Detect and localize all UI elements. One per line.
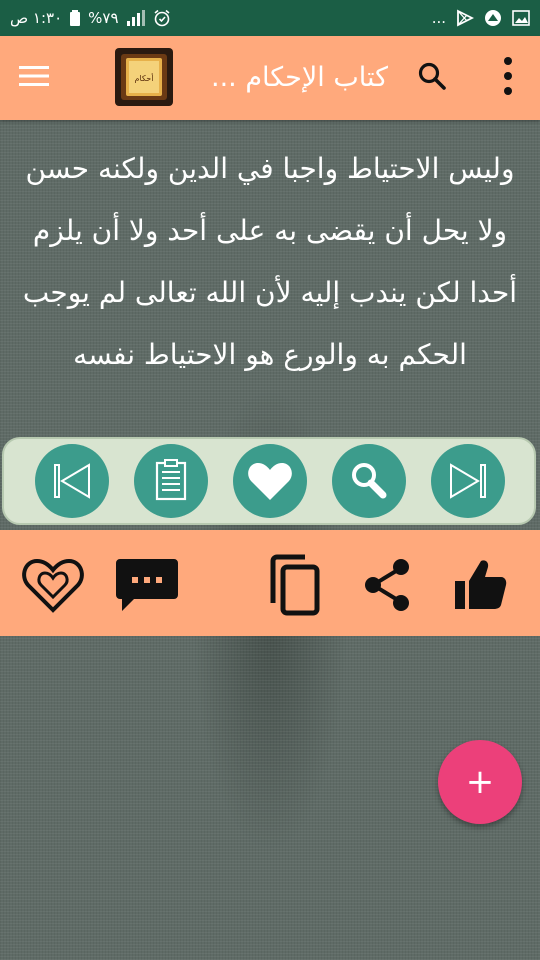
- app-title: كتاب الإحكام ...: [210, 62, 388, 93]
- app-logo: أحكام: [115, 48, 173, 106]
- hadith-text: وليس الاحتياط واجبا في الدين ولكنه حسن و…: [22, 152, 518, 371]
- last-page-icon: [450, 463, 486, 499]
- search-icon: [352, 463, 387, 499]
- thumb-up-icon: [455, 560, 507, 609]
- favorite-icon: [248, 463, 292, 500]
- more-notifications-indicator: ...: [431, 9, 446, 27]
- copy-icon: [270, 554, 320, 616]
- share-icon: [365, 559, 409, 611]
- signal-icon: [126, 10, 145, 26]
- app-bar: كتاب الإحكام ... أحكام: [0, 36, 540, 120]
- navigation-panel: [2, 437, 536, 525]
- favorite-button[interactable]: [233, 444, 307, 518]
- clock-text: ١:٣٠ ص: [10, 9, 63, 27]
- search-icon: [417, 61, 447, 95]
- search-button[interactable]: [406, 52, 458, 104]
- add-fab[interactable]: +: [438, 740, 522, 824]
- battery-percent: %٧٩: [88, 9, 119, 27]
- logo-text: أحكام: [135, 73, 154, 83]
- play-store-icon: [456, 9, 474, 27]
- copy-button[interactable]: [260, 552, 326, 618]
- comment-button[interactable]: [114, 552, 180, 618]
- alarm-icon: [153, 9, 171, 27]
- favorite-outline-icon: [22, 558, 84, 613]
- status-bar: ١:٣٠ ص %٧٩ ...: [0, 0, 540, 36]
- index-button[interactable]: [134, 444, 208, 518]
- menu-icon: [19, 64, 49, 92]
- plus-icon: +: [465, 762, 495, 802]
- status-right-group: ...: [432, 0, 530, 36]
- last-page-button[interactable]: [431, 444, 505, 518]
- search-in-book-button[interactable]: [332, 444, 406, 518]
- battery-icon: [70, 10, 81, 26]
- app-notification-icon: [484, 9, 502, 27]
- more-vert-icon: [503, 56, 513, 100]
- first-page-button[interactable]: [35, 444, 109, 518]
- action-bar: [0, 530, 540, 636]
- menu-button[interactable]: [8, 52, 60, 104]
- comment-icon: [116, 559, 178, 611]
- first-page-icon: [54, 463, 90, 499]
- index-icon: [155, 459, 187, 501]
- add-favorite-button[interactable]: [20, 552, 86, 618]
- overflow-menu-button[interactable]: [482, 52, 534, 104]
- share-button[interactable]: [354, 552, 420, 618]
- like-button[interactable]: [446, 552, 512, 618]
- status-left-group: ١:٣٠ ص %٧٩: [10, 0, 171, 36]
- gallery-icon: [512, 10, 530, 26]
- book-logo-icon: أحكام: [121, 54, 167, 100]
